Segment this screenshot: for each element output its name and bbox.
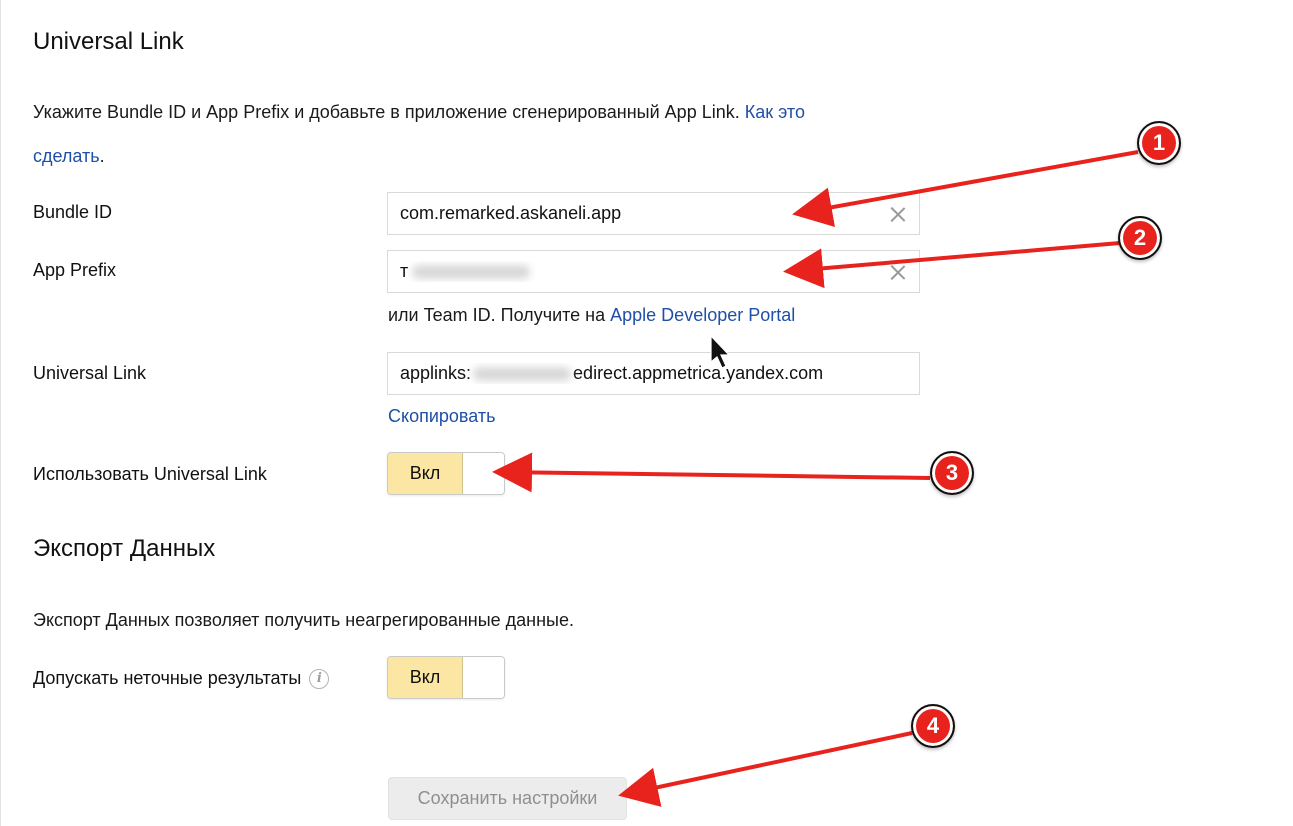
annotation-badge-3: 3 (930, 451, 974, 495)
annotation-badge-4: 4 (911, 704, 955, 748)
mouse-cursor-icon (710, 334, 731, 369)
annotation-arrow-4 (618, 731, 913, 807)
annotation-badge-2: 2 (1118, 216, 1162, 260)
annotation-arrow-2 (783, 241, 1121, 289)
annotation-arrow-1 (792, 150, 1139, 227)
annotation-badge-1: 1 (1137, 121, 1181, 165)
annotation-arrow-3 (492, 452, 931, 493)
annotation-overlay (492, 150, 1139, 807)
